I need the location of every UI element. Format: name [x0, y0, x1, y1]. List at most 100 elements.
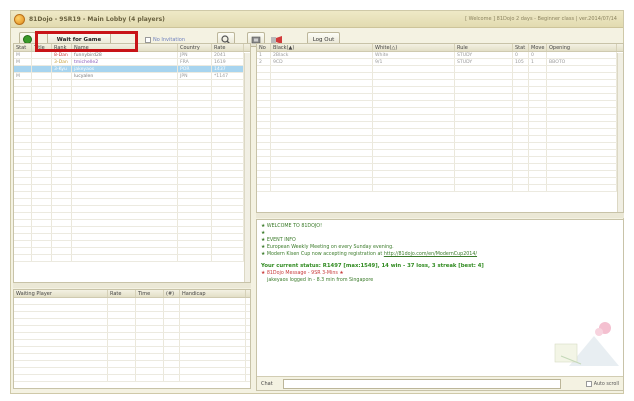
game-row[interactable]: 2 9CD 9/1 STUDY 105 1 BBOTO	[257, 59, 623, 66]
player-stat-cell: M	[14, 73, 32, 79]
col-stat[interactable]: Stat	[14, 44, 32, 51]
game-row	[257, 136, 623, 143]
player-name-cell: funnybird28	[72, 52, 178, 58]
col-handicap[interactable]: Handicap	[180, 290, 246, 297]
left-splitter[interactable]	[13, 283, 251, 288]
player-row[interactable]: Mlucyalen JPN *1147	[14, 73, 250, 80]
col-count[interactable]: (#)	[164, 290, 180, 297]
player-country-cell: FRA	[178, 59, 212, 65]
player-row[interactable]: 3-Kyu jakeyaos POR 1437	[14, 66, 250, 73]
waiting-row	[14, 333, 250, 340]
title-bar-info: [ Welcome ] 81Dojo 2 days - Beginner cla…	[465, 16, 617, 22]
game-row	[257, 157, 623, 164]
col-time[interactable]: Time	[136, 290, 164, 297]
player-row	[14, 80, 250, 87]
player-row[interactable]: M 8-Dan funnybird28 JPN 2041	[14, 52, 250, 59]
event-link[interactable]: http://81dojo.com/en/ModernCup2014/	[384, 252, 477, 257]
player-country-cell: JPN	[178, 73, 212, 79]
game-row	[257, 108, 623, 115]
game-row	[257, 87, 623, 94]
horizontal-splitter[interactable]	[256, 213, 624, 218]
col-opening[interactable]: Opening	[547, 44, 617, 51]
chat-input[interactable]	[283, 379, 561, 389]
players-scrollbar[interactable]	[244, 53, 250, 282]
chat-input-bar: Chat Auto scroll	[257, 376, 623, 390]
waiting-row	[14, 354, 250, 361]
player-stat-cell	[14, 66, 32, 72]
game-stat-cell: 105	[513, 59, 529, 65]
chat-line-5: ★ Modern Kisen Cup now accepting registr…	[261, 252, 477, 257]
col-country[interactable]: Country	[178, 44, 212, 51]
waiting-players-panel: Waiting Player Rate Time (#) Handicap	[13, 289, 251, 389]
col-rate[interactable]: Rate	[212, 44, 244, 51]
col-move[interactable]: Move	[529, 44, 547, 51]
chat-notice-line: ★ 81Dojo Message - 9SR 3-Mins ★	[261, 271, 344, 276]
waiting-row	[14, 319, 250, 326]
player-row	[14, 136, 250, 143]
chat-line-3: ★ EVENT INFO	[261, 238, 296, 243]
player-row	[14, 185, 250, 192]
player-row	[14, 199, 250, 206]
waiting-row	[14, 361, 250, 368]
col-white[interactable]: White(△)	[373, 44, 455, 51]
game-row	[257, 94, 623, 101]
player-rate-cell: 1619	[212, 59, 244, 65]
game-white-cell: White	[373, 52, 455, 58]
game-stat-cell: 0	[513, 52, 529, 58]
chat-line-1: ★ WELCOME TO 81DOJO!	[261, 224, 323, 229]
player-row	[14, 101, 250, 108]
game-row	[257, 73, 623, 80]
player-row	[14, 248, 250, 255]
highlight-box	[35, 31, 138, 52]
waiting-row	[14, 340, 250, 347]
player-rank-cell: 8-Dan	[52, 52, 72, 58]
player-row	[14, 178, 250, 185]
col-stat[interactable]: Stat	[513, 44, 529, 51]
game-row	[257, 171, 623, 178]
game-row	[257, 66, 623, 73]
player-status-line: Your current status: R1497 [max:1549], 1…	[261, 263, 484, 269]
player-title-cell	[32, 59, 52, 65]
games-scrollbar[interactable]	[617, 53, 623, 212]
player-rank-cell: 3-Dan	[52, 59, 72, 65]
player-row	[14, 206, 250, 213]
player-title-cell	[32, 73, 52, 79]
col-black[interactable]: Black(▲)	[271, 44, 373, 51]
lobby-window: 81Dojo - 9SR19 - Main Lobby (4 players) …	[10, 10, 624, 394]
game-opening-cell	[547, 52, 617, 58]
game-row	[257, 80, 623, 87]
game-move-cell: 1	[529, 59, 547, 65]
col-rule[interactable]: Rule	[455, 44, 513, 51]
player-row	[14, 122, 250, 129]
game-no-cell: 1	[257, 52, 271, 58]
col-waiting-player[interactable]: Waiting Player	[14, 290, 108, 297]
game-row[interactable]: 1 2Black White STUDY 0 0	[257, 52, 623, 59]
player-row[interactable]: M 3-Dan tmichelle2 FRA 1619	[14, 59, 250, 66]
game-row	[257, 150, 623, 157]
auto-scroll-label: Auto scroll	[593, 381, 619, 387]
games-table-header: No Black(▲) White(△) Rule Stat Move Open…	[257, 44, 623, 52]
player-row	[14, 87, 250, 94]
player-stat-cell: M	[14, 52, 32, 58]
game-opening-cell: BBOTO	[547, 59, 617, 65]
player-row	[14, 157, 250, 164]
player-row	[14, 108, 250, 115]
game-no-cell: 2	[257, 59, 271, 65]
player-row	[14, 255, 250, 262]
chat-line-4: ★ European Weekly Meeting on every Sunda…	[261, 245, 394, 250]
player-row	[14, 192, 250, 199]
waiting-table-body	[14, 298, 250, 382]
player-rank-cell: 3-Kyu	[52, 66, 72, 72]
col-no[interactable]: No	[257, 44, 271, 51]
player-row	[14, 227, 250, 234]
auto-scroll-toggle[interactable]: Auto scroll	[585, 381, 619, 387]
player-title-cell	[32, 66, 52, 72]
auto-scroll-checkbox[interactable]	[585, 381, 592, 387]
chat-panel: ★ WELCOME TO 81DOJO! ★ ★ EVENT INFO ★ Eu…	[256, 219, 624, 391]
col-rate[interactable]: Rate	[108, 290, 136, 297]
waiting-row	[14, 368, 250, 375]
game-black-cell: 9CD	[271, 59, 373, 65]
games-table-body: 1 2Black White STUDY 0 0 2 9CD 9/1 STUDY 105 1 BBOTO	[257, 52, 623, 192]
waiting-row	[14, 305, 250, 312]
waiting-row	[14, 347, 250, 354]
